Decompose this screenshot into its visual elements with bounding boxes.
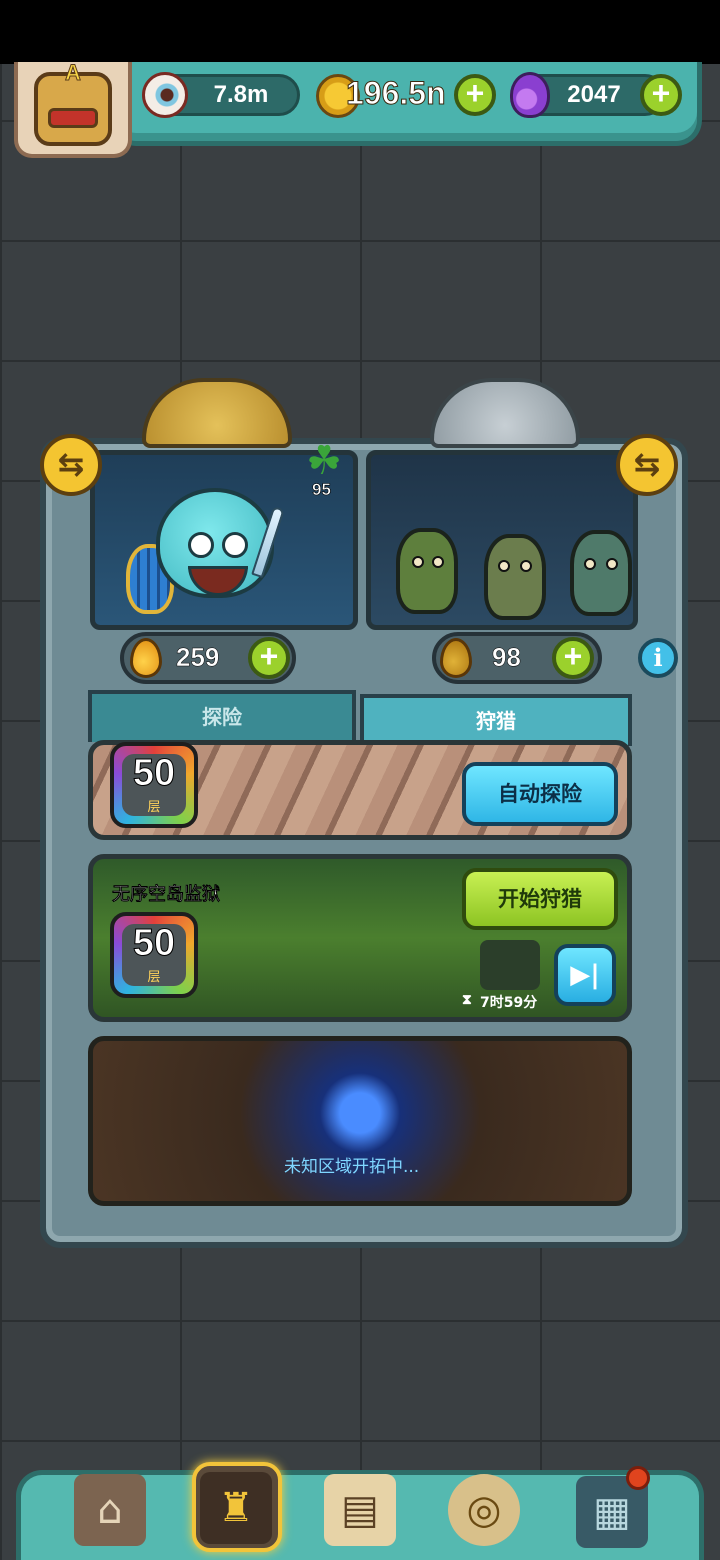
eye-icon — [142, 72, 188, 118]
enemy-eye — [432, 556, 444, 568]
hunt-timer: 7时59分 — [480, 995, 538, 1011]
avatar-mouth — [48, 108, 98, 128]
info-button[interactable]: i — [638, 638, 678, 678]
enemy-soldier-3[interactable] — [570, 530, 632, 616]
hourglass-icon: ⧗ — [462, 992, 472, 1008]
skip-forward-button[interactable]: ▶| — [554, 944, 616, 1006]
eye-currency-value: 7.8m — [213, 81, 269, 108]
unknown-area-status: 未知区域开拓中... — [284, 1157, 420, 1177]
explore-floor-number: 50 — [132, 752, 176, 795]
clover-count: 95 — [312, 480, 332, 500]
left-resource-value: 259 — [176, 642, 220, 673]
money-bag-icon[interactable]: ◎ — [448, 1474, 520, 1546]
hunt-floor-badge: 50 层 — [110, 912, 198, 998]
right-resource-value: 98 — [492, 642, 521, 673]
unknown-area-panel — [88, 1036, 632, 1206]
add-left-resource-button[interactable]: + — [248, 637, 290, 679]
hero-right-eye — [222, 532, 248, 558]
tab-explore[interactable]: 探险 — [88, 690, 356, 742]
enemy-soldier-2[interactable] — [484, 534, 546, 620]
enemy-eye — [412, 556, 424, 568]
add-right-resource-button[interactable]: + — [552, 637, 594, 679]
swap-right-button[interactable]: ⇆ — [616, 434, 678, 496]
add-potion-button[interactable]: + — [640, 74, 682, 116]
clover-icon: ☘ — [306, 438, 342, 484]
book-icon[interactable]: ▤ — [324, 1474, 396, 1546]
explore-floor-badge: 50 层 — [110, 742, 198, 828]
hero-left-eye — [188, 532, 214, 558]
start-hunt-button[interactable]: 开始狩猎 — [462, 868, 618, 930]
enemy-eye — [520, 560, 532, 572]
oil-drop-icon — [130, 638, 162, 678]
potion-currency-value: 2047 — [567, 81, 621, 108]
enemy-eye — [498, 560, 510, 572]
add-coins-button[interactable]: + — [454, 74, 496, 116]
silver-dome-ornament — [430, 378, 580, 448]
hunt-floor-number: 50 — [132, 922, 176, 965]
hunter-portrait — [480, 940, 540, 990]
avatar-rank-letter: A — [65, 60, 82, 86]
enemy-eye — [606, 558, 618, 570]
explore-floor-unit: 层 — [147, 800, 161, 815]
swap-left-button[interactable]: ⇆ — [40, 434, 102, 496]
notification-dot — [626, 1466, 650, 1490]
hunt-floor-unit: 层 — [147, 970, 161, 985]
status-bar — [0, 0, 720, 64]
shop-icon[interactable]: ⌂ — [74, 1474, 146, 1546]
coin-currency-value: 196.5n — [346, 75, 447, 112]
hero-den-icon[interactable]: ♜ — [200, 1472, 272, 1544]
enemy-soldier-1[interactable] — [396, 528, 458, 614]
oil-drop-icon — [440, 638, 472, 678]
auto-explore-button[interactable]: 自动探险 — [462, 762, 618, 826]
enemy-eye — [584, 558, 596, 570]
tab-hunt[interactable]: 狩猎 — [360, 694, 632, 746]
gold-dome-ornament — [142, 378, 292, 448]
hunt-zone-name: 无序空岛监狱 — [112, 884, 220, 905]
potion-icon — [510, 72, 550, 118]
